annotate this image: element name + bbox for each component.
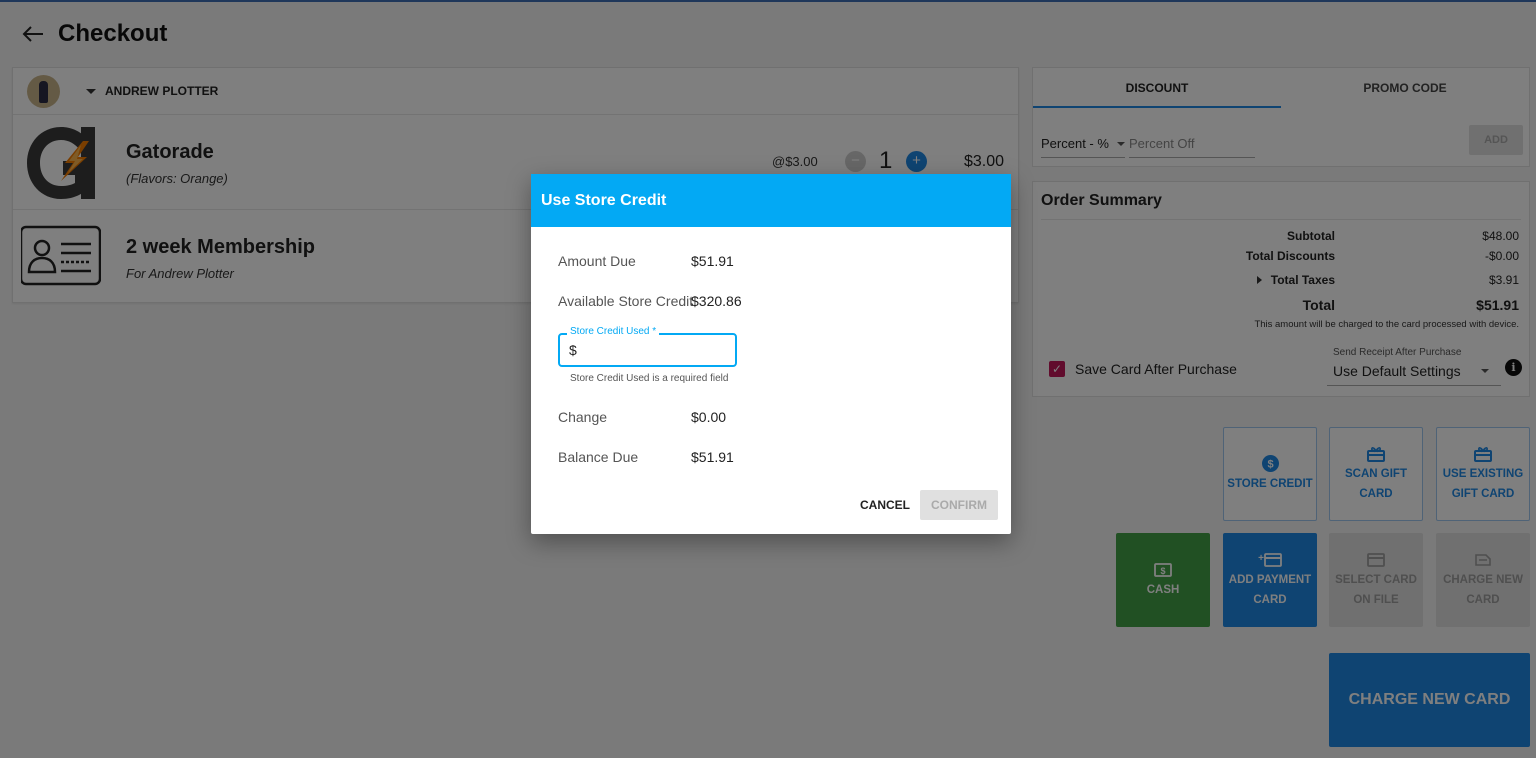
confirm-button[interactable]: CONFIRM: [920, 490, 998, 520]
cancel-button[interactable]: CANCEL: [857, 490, 913, 520]
field-helper-text: Store Credit Used is a required field: [570, 373, 729, 384]
currency-prefix: $: [569, 342, 577, 358]
store-credit-used-label: Store Credit Used *: [567, 326, 660, 337]
balance-due-label: Balance Due: [558, 449, 639, 465]
dialog-title: Use Store Credit: [531, 174, 1011, 227]
amount-due-value: $51.91: [691, 253, 734, 269]
store-credit-dialog: Use Store Credit Amount Due $51.91 Avail…: [531, 174, 1011, 534]
balance-due-value: $51.91: [691, 449, 734, 465]
available-credit-label: Available Store Credit: [558, 293, 694, 309]
change-value: $0.00: [691, 409, 727, 425]
store-credit-used-input[interactable]: [582, 339, 732, 361]
amount-due-label: Amount Due: [558, 253, 636, 269]
store-credit-used-field[interactable]: Store Credit Used * $: [558, 326, 737, 367]
change-label: Change: [558, 409, 608, 425]
available-credit-value: $320.86: [691, 293, 742, 309]
